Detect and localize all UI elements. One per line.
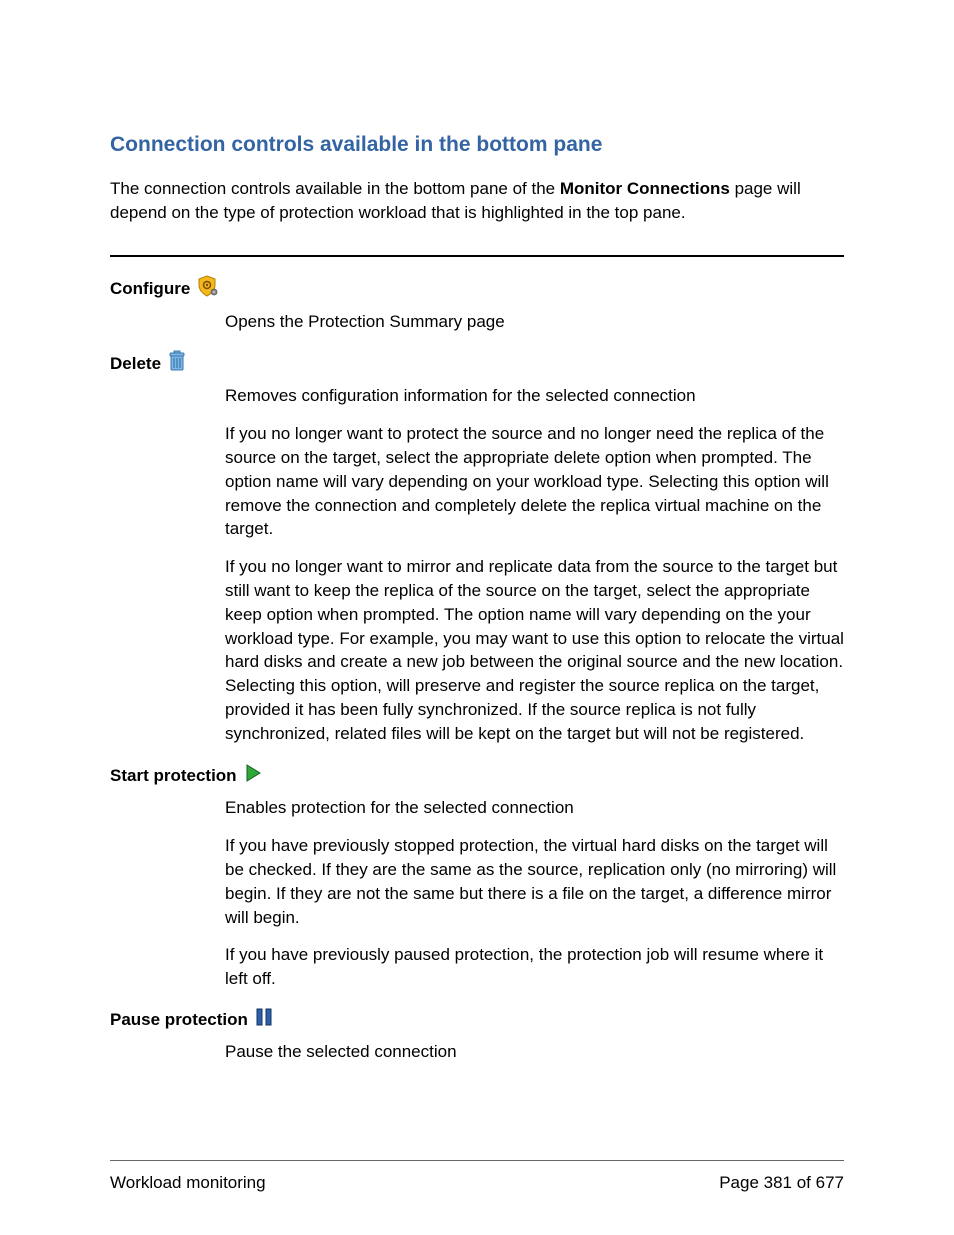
- shield-gear-icon: [196, 275, 218, 304]
- start-description: Enables protection for the selected conn…: [225, 796, 844, 991]
- delete-p2: If you no longer want to protect the sou…: [225, 422, 844, 541]
- item-delete: Delete Removes configuration information…: [110, 350, 844, 746]
- start-term: Start protection: [110, 762, 263, 791]
- configure-description: Opens the Protection Summary page: [225, 310, 844, 334]
- section-heading: Connection controls available in the bot…: [110, 130, 844, 159]
- pause-description: Pause the selected connection: [225, 1040, 844, 1064]
- item-start-protection: Start protection Enables protection for …: [110, 762, 844, 991]
- document-page: Connection controls available in the bot…: [0, 0, 954, 1235]
- configure-p1: Opens the Protection Summary page: [225, 310, 844, 334]
- delete-p3: If you no longer want to mirror and repl…: [225, 555, 844, 745]
- divider: [110, 255, 844, 257]
- footer-section: Workload monitoring: [110, 1171, 266, 1195]
- delete-term: Delete: [110, 350, 187, 379]
- start-p1: Enables protection for the selected conn…: [225, 796, 844, 820]
- configure-term: Configure: [110, 275, 218, 304]
- footer-page-number: Page 381 of 677: [719, 1171, 844, 1195]
- pause-term: Pause protection: [110, 1007, 274, 1034]
- intro-text-pre: The connection controls available in the…: [110, 179, 560, 198]
- start-label: Start protection: [110, 764, 237, 788]
- delete-label: Delete: [110, 352, 161, 376]
- trash-icon: [167, 350, 187, 379]
- delete-p1: Removes configuration information for th…: [225, 384, 844, 408]
- page-footer: Workload monitoring Page 381 of 677: [110, 1160, 844, 1195]
- item-configure: Configure Opens the Protection Summary p…: [110, 275, 844, 334]
- play-icon: [243, 762, 263, 791]
- item-pause-protection: Pause protection Pause the selected conn…: [110, 1007, 844, 1064]
- pause-label: Pause protection: [110, 1008, 248, 1032]
- intro-text-bold: Monitor Connections: [560, 179, 730, 198]
- configure-label: Configure: [110, 277, 190, 301]
- pause-icon: [254, 1007, 274, 1034]
- delete-description: Removes configuration information for th…: [225, 384, 844, 745]
- pause-p1: Pause the selected connection: [225, 1040, 844, 1064]
- start-p2: If you have previously stopped protectio…: [225, 834, 844, 929]
- start-p3: If you have previously paused protection…: [225, 943, 844, 991]
- intro-paragraph: The connection controls available in the…: [110, 177, 844, 225]
